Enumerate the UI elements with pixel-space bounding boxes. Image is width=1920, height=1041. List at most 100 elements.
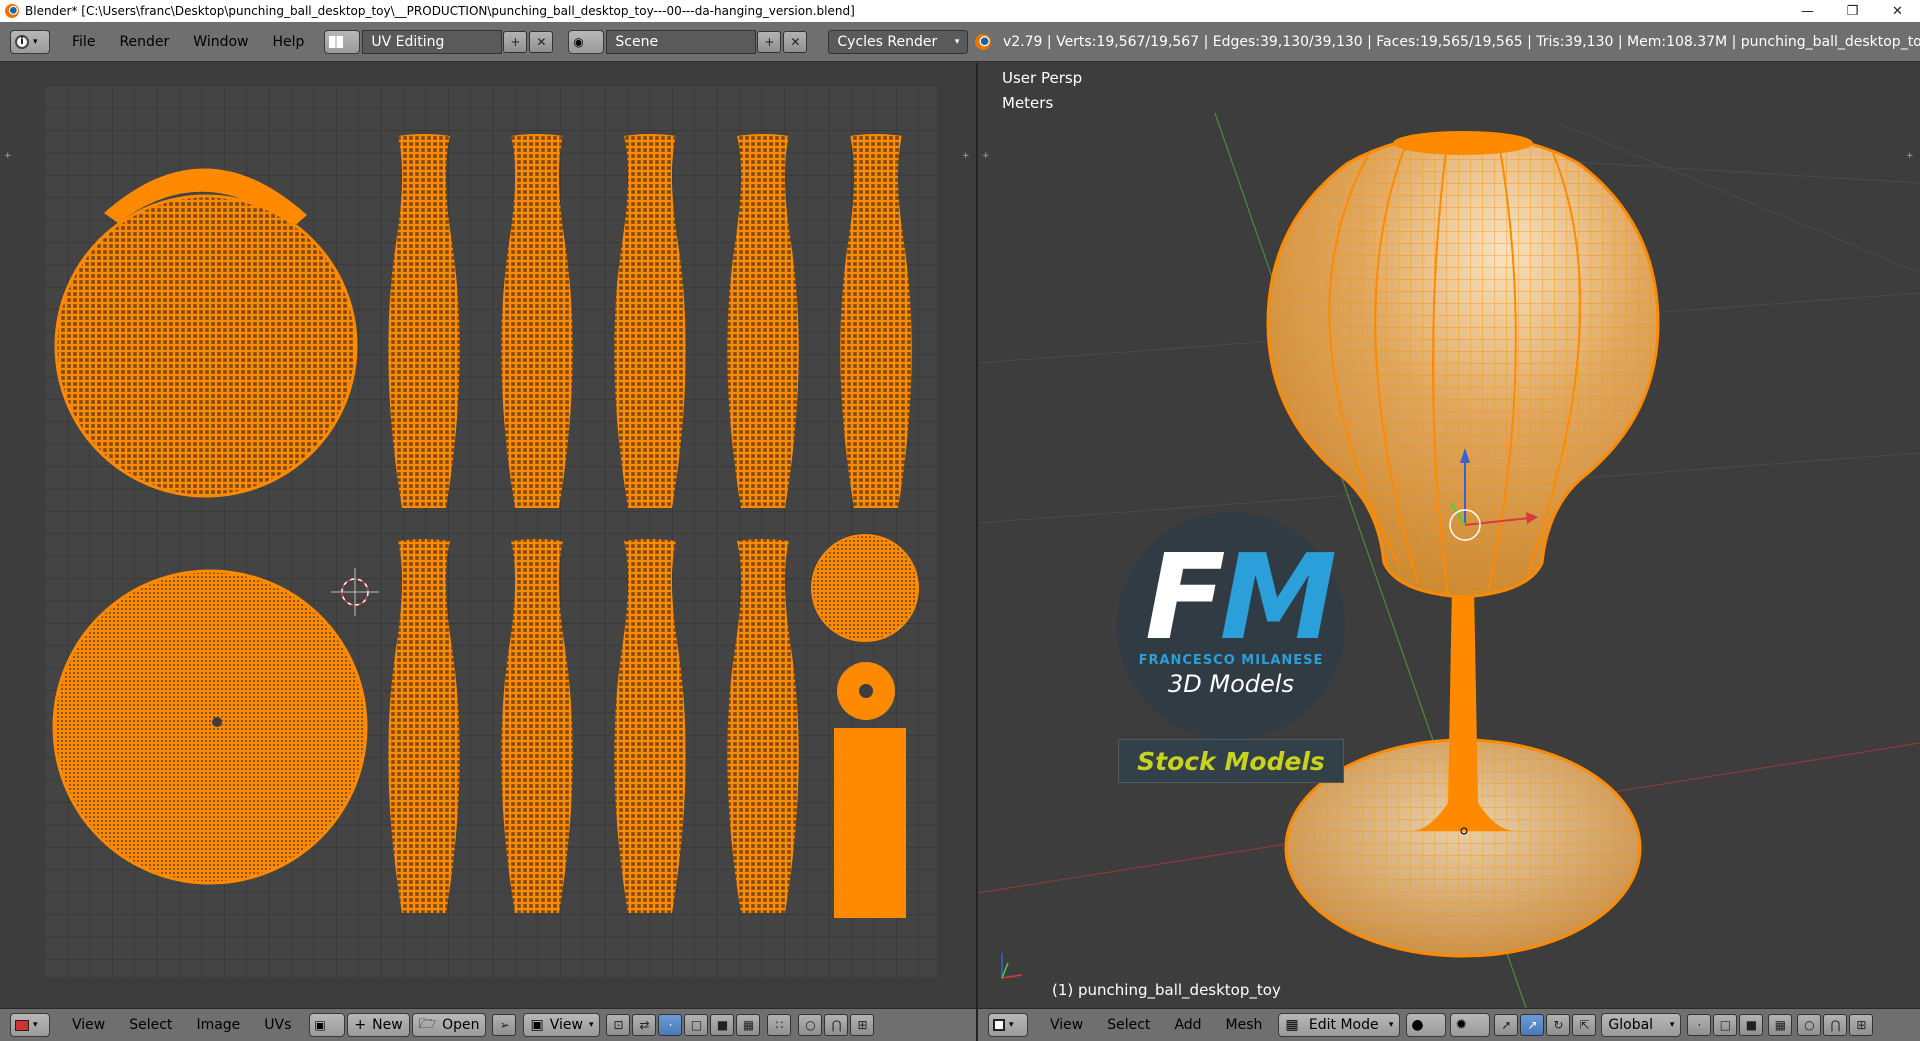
menu-mesh[interactable]: Mesh [1214, 1017, 1275, 1033]
uv-ring-hole [859, 684, 873, 698]
uv-snap-target-icon[interactable]: ⊞ [850, 1014, 875, 1036]
scene-statistics: v2.79 | Verts:19,567/19,567 | Edges:39,1… [1003, 34, 1920, 50]
screen-layout-field[interactable]: UV Editing [362, 29, 503, 54]
chevron-updown-icon: ▾ [33, 36, 38, 47]
solid-shading-icon: ● [1411, 1017, 1424, 1033]
vertex-select-icon[interactable]: ⋅ [1687, 1014, 1712, 1036]
blender-app-icon [5, 4, 19, 18]
window-titlebar: Blender* [C:\Users\franc\Desktop\punchin… [0, 0, 1920, 22]
transform-orientation-dropdown[interactable]: Global ▾ [1601, 1013, 1682, 1037]
add-screen-icon[interactable]: + [503, 30, 528, 53]
menu-help[interactable]: Help [260, 34, 316, 50]
menu-render[interactable]: Render [107, 34, 181, 50]
mesh-top-cap [1393, 131, 1533, 155]
menu-file[interactable]: File [60, 34, 107, 50]
new-image-button[interactable]: + New [347, 1013, 410, 1037]
scale-manipulator-icon[interactable]: ⇱ [1572, 1014, 1597, 1036]
sync-selection-icon[interactable]: ⇄ [632, 1014, 657, 1036]
editor-type-button[interactable]: ▾ [988, 1013, 1028, 1037]
layout-grid-icon [329, 35, 344, 48]
pivot-point-dropdown[interactable]: ✹ [1450, 1013, 1491, 1037]
face-select-icon[interactable]: ■ [1739, 1014, 1764, 1036]
image-browse-button[interactable]: ▣ [309, 1013, 346, 1037]
snap-icon[interactable]: ⋂ [1823, 1014, 1848, 1036]
interaction-mode-label: Edit Mode [1308, 1017, 1379, 1033]
pivot-icon[interactable]: ⊡ [606, 1014, 631, 1036]
occlude-geometry-icon[interactable]: ▦ [1768, 1014, 1793, 1036]
add-scene-icon[interactable]: + [757, 30, 782, 53]
minimize-button[interactable]: — [1785, 0, 1830, 22]
proportional-edit-icon[interactable]: ○ [798, 1014, 823, 1036]
chevron-updown-icon: ▾ [1388, 1020, 1394, 1030]
uv-editor-header: ▾ View Select Image UVs ▣ + New 🗁 Open ➢ ▣… [0, 1008, 976, 1041]
menu-select[interactable]: Select [117, 1017, 184, 1033]
vertex-select-icon[interactable]: ⋅ [658, 1014, 683, 1036]
window-title: Blender* [C:\Users\franc\Desktop\punchin… [25, 4, 855, 18]
island-select-icon[interactable]: ▦ [736, 1014, 761, 1036]
chevron-updown-icon: ▾ [954, 36, 960, 47]
shading-dropdown[interactable]: ● [1406, 1013, 1447, 1037]
face-select-icon[interactable]: ■ [710, 1014, 735, 1036]
viewport-canvas[interactable] [978, 63, 1920, 1008]
menu-uvs[interactable]: UVs [252, 1017, 303, 1033]
edge-select-icon[interactable]: □ [1713, 1014, 1738, 1036]
toolshelf-tab-icon[interactable]: + [4, 151, 14, 161]
watermark-badge: Stock Models [1118, 739, 1344, 783]
edge-select-icon[interactable]: □ [684, 1014, 709, 1036]
folder-icon: 🗁 [418, 1016, 437, 1032]
editor-type-button[interactable]: i ▾ [10, 29, 50, 54]
screen-layout-browse-button[interactable] [324, 29, 361, 54]
active-object-label: (1) punching_ball_desktop_toy [1052, 981, 1281, 999]
snap-icon[interactable]: ⋂ [824, 1014, 849, 1036]
translate-manipulator-icon[interactable]: ↗ [1520, 1014, 1545, 1036]
scene-icon: ◉ [573, 34, 584, 49]
scene-browse-button[interactable]: ◉ [568, 29, 605, 54]
view-mode-label: View [549, 1017, 583, 1033]
watermark-tagline: 3D Models [1168, 670, 1294, 698]
3d-viewport[interactable]: + + User Persp Meters (1) punching_ball_… [978, 63, 1920, 1008]
scene-field[interactable]: Scene [606, 29, 757, 54]
remove-scene-icon[interactable]: ✕ [783, 30, 808, 53]
chevron-updown-icon: ▾ [33, 1020, 38, 1030]
manipulator-toggle-icon[interactable]: ➚ [1494, 1014, 1519, 1036]
plus-icon: + [354, 1017, 367, 1033]
chevron-updown-icon: ▾ [1669, 1020, 1675, 1030]
info-icon: i [15, 34, 29, 49]
3d-view-header: ▾ View Select Add Mesh ▦ Edit Mode ▾ ● ✹ ➚… [978, 1008, 1920, 1041]
menu-add[interactable]: Add [1162, 1017, 1213, 1033]
view-axes-widget [1001, 953, 1023, 979]
uv-island-disc-top [54, 194, 358, 498]
editor-type-button[interactable]: ▾ [10, 1013, 50, 1037]
image-editor-icon [15, 1019, 29, 1031]
window-controls: — ❐ ✕ [1785, 0, 1920, 22]
menu-view[interactable]: View [60, 1017, 117, 1033]
render-engine-dropdown[interactable]: Cycles Render ▾ [828, 29, 969, 54]
menu-window[interactable]: Window [181, 34, 260, 50]
close-button[interactable]: ✕ [1875, 0, 1920, 22]
render-engine-label: Cycles Render [837, 33, 938, 50]
remove-screen-icon[interactable]: ✕ [529, 30, 554, 53]
open-image-button[interactable]: 🗁 Open [411, 1013, 487, 1037]
watermark-logo-letters: FM [1145, 528, 1337, 666]
properties-tab-icon[interactable]: + [962, 151, 972, 161]
snap-target-icon[interactable]: ⊞ [1849, 1014, 1874, 1036]
open-image-label: Open [442, 1017, 480, 1033]
sticky-mode-icon[interactable]: ∷ [767, 1014, 792, 1036]
pin-icon[interactable]: ➢ [492, 1014, 517, 1036]
menu-select[interactable]: Select [1095, 1017, 1162, 1033]
uv-image-editor[interactable]: + + [0, 63, 976, 1008]
menu-view[interactable]: View [1038, 1017, 1095, 1033]
screen-layout-name: UV Editing [371, 33, 445, 50]
menu-image[interactable]: Image [184, 1017, 252, 1033]
uv-island-stem-strip [834, 728, 906, 918]
rotate-manipulator-icon[interactable]: ↻ [1546, 1014, 1571, 1036]
uv-canvas[interactable] [0, 63, 976, 1008]
proportional-edit-icon[interactable]: ○ [1797, 1014, 1822, 1036]
interaction-mode-dropdown[interactable]: ▦ Edit Mode ▾ [1278, 1013, 1401, 1037]
chevron-updown-icon: ▾ [588, 1020, 594, 1030]
3d-view-icon [993, 1019, 1005, 1031]
view-mode-dropdown[interactable]: ▣ View ▾ [523, 1013, 601, 1037]
maximize-button[interactable]: ❐ [1830, 0, 1875, 22]
blender-logo-icon [975, 34, 991, 50]
view-mode-icon: ▣ [530, 1017, 544, 1033]
